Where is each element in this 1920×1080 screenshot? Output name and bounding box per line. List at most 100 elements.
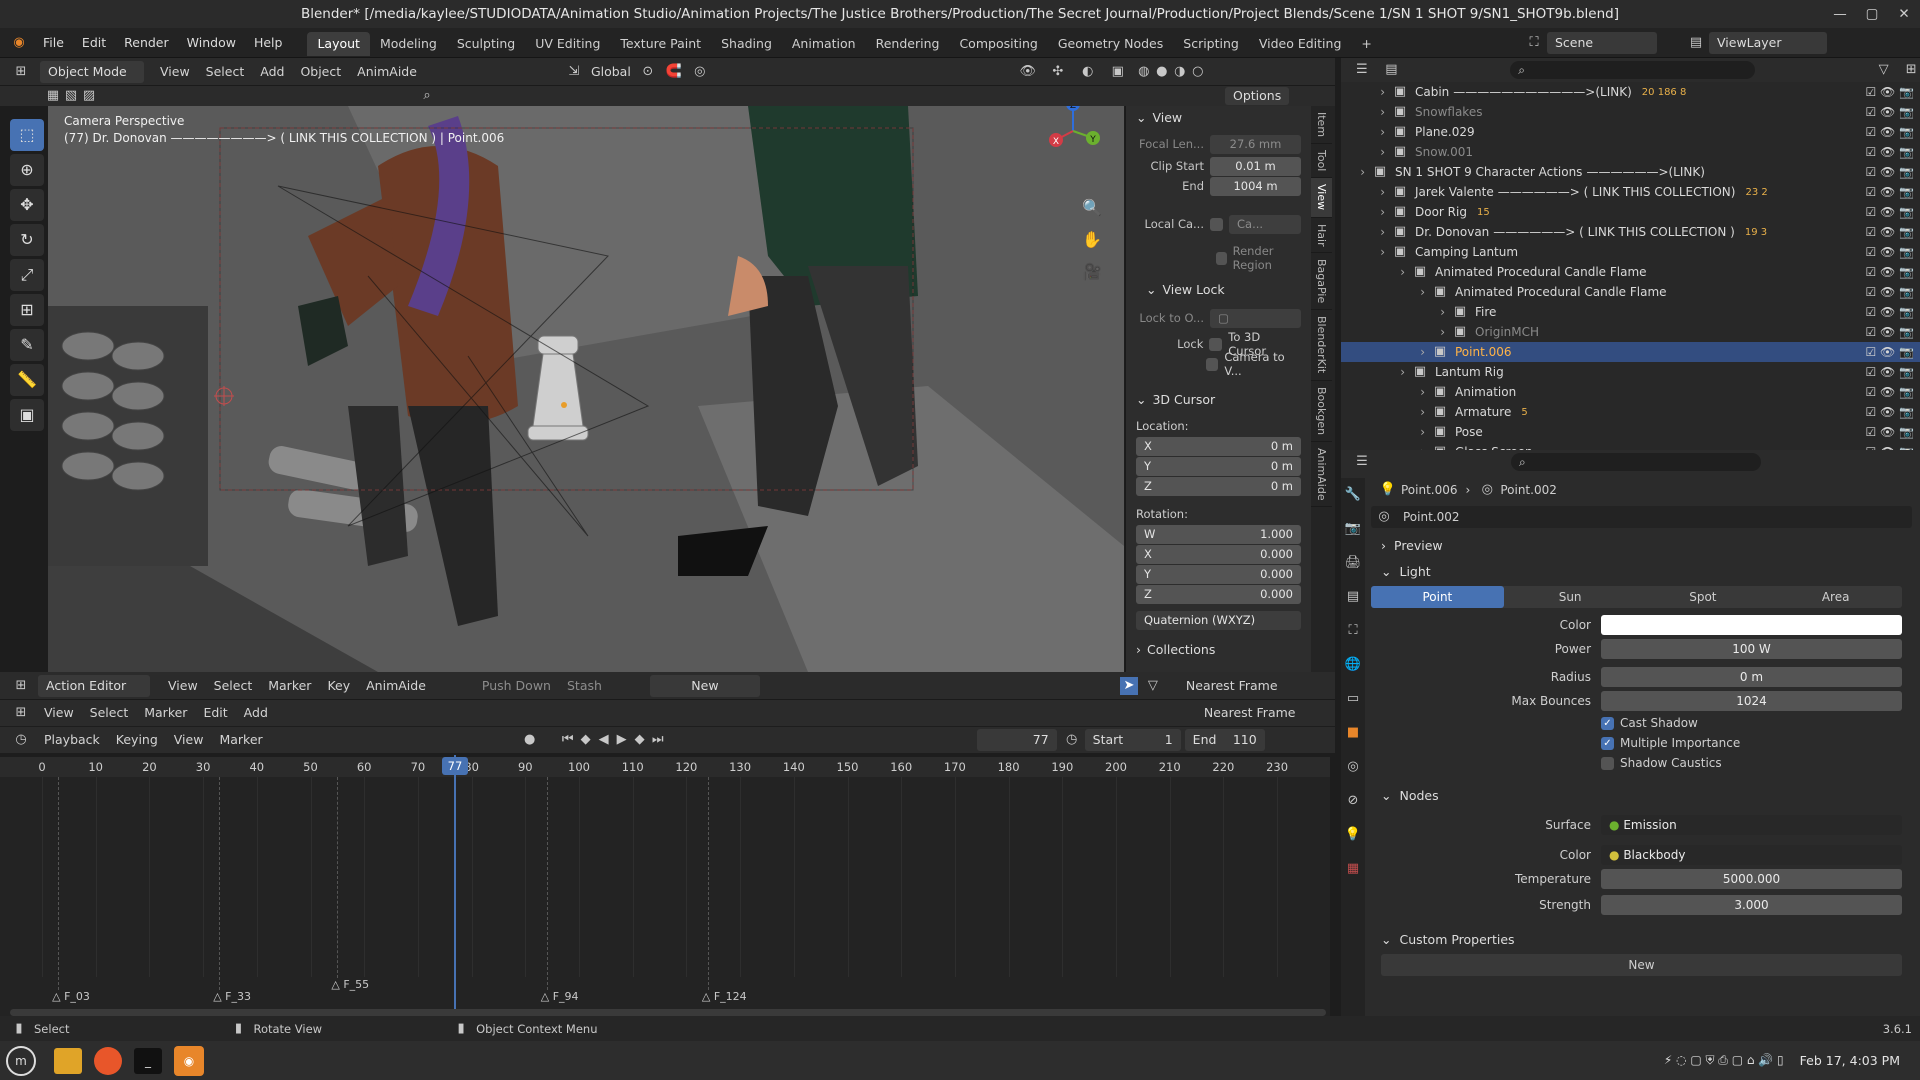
collections-header[interactable]: › Collections: [1126, 638, 1311, 662]
outliner-row[interactable]: › ▣ Snow.001 ☑ 👁 📷: [1341, 142, 1920, 162]
timeline-menu-keying[interactable]: Keying: [108, 729, 166, 751]
add-workspace-icon[interactable]: +: [1351, 32, 1381, 56]
tab-geometry-nodes[interactable]: Geometry Nodes: [1048, 32, 1173, 56]
visibility-toggle-icon[interactable]: ☑ 👁 📷: [1865, 185, 1914, 199]
physics-props-icon[interactable]: ◎: [1344, 758, 1362, 776]
material-shading-icon[interactable]: ◑: [1171, 63, 1189, 81]
camera-to-view-checkbox[interactable]: [1206, 357, 1219, 371]
timeline-menu-playback[interactable]: Playback: [36, 729, 108, 751]
outliner-row[interactable]: › ▣ Cabin ———————————>(LINK) 20 186 8 ☑ 👁 📷: [1341, 82, 1920, 102]
light-datablock-name[interactable]: Point.002: [1403, 510, 1460, 524]
cursor-rot-w-field[interactable]: 1.000: [1260, 525, 1293, 544]
visibility-toggle-icon[interactable]: ☑ 👁 📷: [1865, 105, 1914, 119]
viewport-menu-view[interactable]: View: [152, 61, 198, 83]
expand-arrow-icon[interactable]: ›: [1341, 125, 1391, 139]
action-menu-view[interactable]: View: [160, 675, 206, 697]
tab-layout[interactable]: Layout: [307, 32, 370, 56]
sidebar-tab-animaide[interactable]: AnimAide: [1311, 442, 1332, 508]
tab-texture-paint[interactable]: Texture Paint: [610, 32, 711, 56]
blender-logo-icon[interactable]: ◉: [10, 34, 28, 52]
select-tool-icon[interactable]: ➤: [1119, 676, 1138, 695]
focal-length-field[interactable]: 27.6 mm: [1210, 134, 1301, 154]
outliner-search-input[interactable]: ⌕: [1510, 61, 1755, 79]
visibility-toggle-icon[interactable]: ☑ 👁 📷: [1865, 325, 1914, 339]
tool-props-icon[interactable]: 🔧: [1344, 486, 1362, 504]
annotate-tool-icon[interactable]: ✎: [10, 329, 44, 361]
properties-search-input[interactable]: ⌕: [1511, 453, 1761, 471]
radius-field[interactable]: 0 m: [1601, 667, 1902, 687]
object-props-icon[interactable]: ■: [1344, 724, 1362, 742]
timeline-marker[interactable]: △ F_03: [52, 990, 90, 1003]
current-frame-field[interactable]: 77: [976, 729, 1057, 751]
lock-cursor-checkbox[interactable]: [1209, 337, 1223, 351]
custom-properties-header[interactable]: ⌄ Custom Properties: [1371, 926, 1920, 952]
color-node-field[interactable]: ● Blackbody: [1601, 845, 1902, 865]
viewlayer-icon[interactable]: ▤: [1687, 34, 1705, 52]
visibility-toggle-icon[interactable]: ☑ 👁 📷: [1865, 265, 1914, 279]
visibility-toggle-icon[interactable]: ☑ 👁 📷: [1865, 125, 1914, 139]
expand-arrow-icon[interactable]: ›: [1341, 305, 1451, 319]
rendered-shading-icon[interactable]: ○: [1189, 63, 1207, 81]
filter-icon[interactable]: ▽: [1875, 61, 1893, 79]
action-menu-marker[interactable]: Marker: [260, 675, 319, 697]
graph-menu-marker[interactable]: Marker: [136, 702, 195, 724]
visibility-toggle-icon[interactable]: ☑ 👁 📷: [1865, 285, 1914, 299]
outliner-row[interactable]: › ▣ OriginMCH ☑ 👁 📷: [1341, 322, 1920, 342]
rotation-mode-dropdown[interactable]: Quaternion (WXYZ): [1136, 610, 1301, 630]
timeline-editor-icon[interactable]: ◷: [12, 731, 30, 749]
rotate-tool-icon[interactable]: ↻: [10, 224, 44, 256]
minimize-button[interactable]: —: [1824, 0, 1856, 28]
constraints-props-icon[interactable]: ⊘: [1344, 792, 1362, 810]
graph-menu-edit[interactable]: Edit: [195, 702, 235, 724]
xray-icon[interactable]: ▣: [1109, 63, 1127, 81]
properties-editor-icon[interactable]: ☰: [1353, 453, 1371, 471]
clip-start-field[interactable]: 0.01 m: [1210, 156, 1301, 176]
visibility-toggle-icon[interactable]: ☑ 👁 📷: [1865, 205, 1914, 219]
overlays-icon[interactable]: ◐: [1079, 63, 1097, 81]
lock-to-object-field[interactable]: ▢: [1210, 308, 1301, 328]
cursor-loc-z-field[interactable]: 0 m: [1271, 477, 1293, 496]
files-app-icon[interactable]: [54, 1047, 82, 1074]
new-collection-icon[interactable]: ⊞: [1902, 61, 1920, 79]
jump-start-icon[interactable]: ⏮: [559, 731, 577, 749]
play-icon[interactable]: ▶: [613, 731, 631, 749]
expand-arrow-icon[interactable]: ›: [1341, 425, 1431, 439]
start-frame-field[interactable]: Start 1: [1084, 729, 1181, 751]
search-icon[interactable]: ⌕: [418, 87, 436, 105]
timeline-menu-view[interactable]: View: [166, 729, 212, 751]
shadow-caustics-checkbox[interactable]: [1601, 756, 1614, 770]
cursor-rot-y-field[interactable]: 0.000: [1260, 565, 1293, 584]
sidebar-tab-bagapie[interactable]: BagaPie: [1311, 253, 1332, 311]
tab-animation[interactable]: Animation: [782, 32, 866, 56]
tab-scripting[interactable]: Scripting: [1173, 32, 1249, 56]
orientation-selector[interactable]: Global: [583, 61, 639, 83]
timeline-marker[interactable]: △ F_55: [331, 978, 369, 991]
transform-orientation-icon[interactable]: ⇲: [565, 63, 583, 81]
tab-rendering[interactable]: Rendering: [866, 32, 950, 56]
display-mode-icon[interactable]: ▤: [1383, 61, 1401, 79]
action-menu-key[interactable]: Key: [319, 675, 358, 697]
output-props-icon[interactable]: 🖨: [1344, 554, 1362, 572]
proportional-edit-icon[interactable]: ◎: [691, 63, 709, 81]
scale-tool-icon[interactable]: ⤢: [10, 259, 44, 291]
scene-selector[interactable]: Scene: [1547, 32, 1657, 54]
graph-editor-icon[interactable]: ⊞: [12, 704, 30, 722]
scene-icon[interactable]: ⛶: [1525, 34, 1543, 52]
breadcrumb-object[interactable]: Point.006: [1401, 483, 1458, 497]
playhead-line[interactable]: [454, 755, 456, 1010]
cursor-rot-x-field[interactable]: 0.000: [1260, 545, 1293, 564]
outliner-row[interactable]: › ▣ Lantum Rig ☑ 👁 📷: [1341, 362, 1920, 382]
close-button[interactable]: ✕: [1888, 0, 1920, 28]
timeline-marker[interactable]: △ F_94: [541, 990, 579, 1003]
solid-shading-icon[interactable]: ●: [1153, 63, 1171, 81]
playhead-frame-label[interactable]: 77: [442, 757, 468, 775]
light-panel-header[interactable]: ⌄ Light: [1371, 558, 1920, 584]
outliner-row[interactable]: › ▣ Fire ☑ 👁 📷: [1341, 302, 1920, 322]
select-box-icon[interactable]: ⬚: [10, 119, 44, 151]
camera-view-icon[interactable]: 🎥: [1082, 262, 1102, 281]
cursor-rot-z-field[interactable]: 0.000: [1260, 585, 1293, 604]
sidebar-tab-view[interactable]: View: [1311, 178, 1332, 218]
graph-menu-view[interactable]: View: [36, 702, 82, 724]
action-menu-animaide[interactable]: AnimAide: [358, 675, 434, 697]
zoom-icon[interactable]: 🔍: [1082, 198, 1102, 217]
